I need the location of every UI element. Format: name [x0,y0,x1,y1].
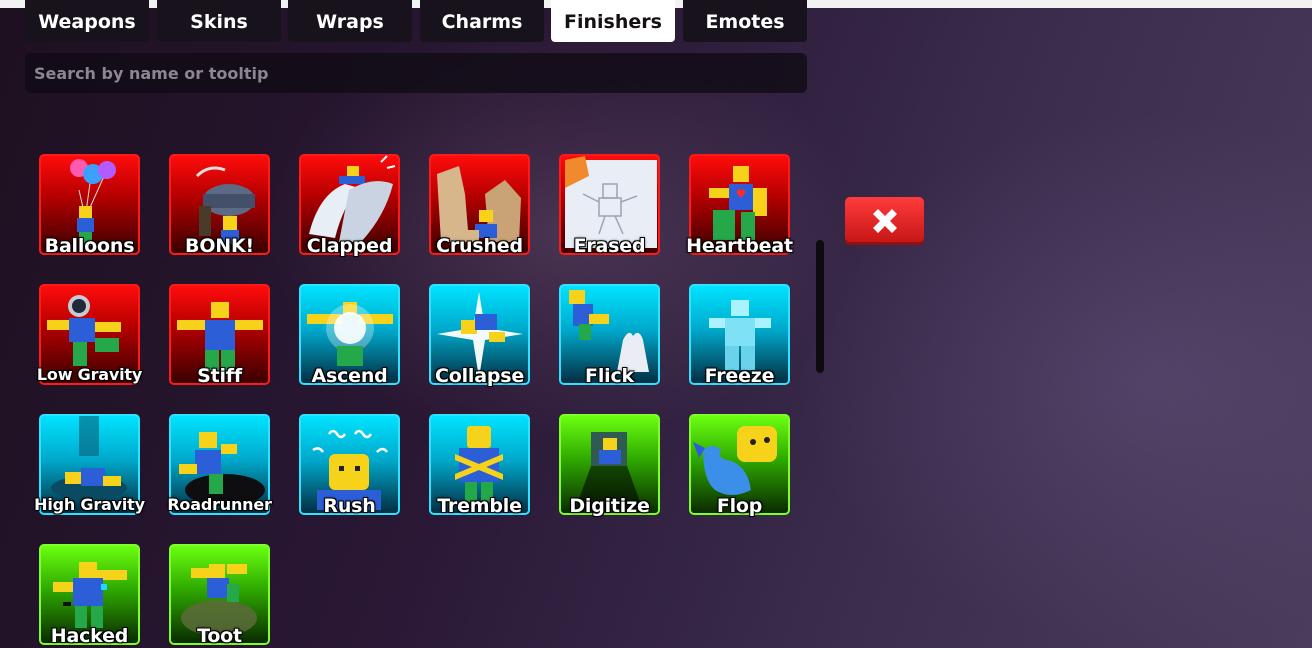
item-erased[interactable]: Erased [559,154,660,257]
item-label: High Gravity [34,495,145,514]
item-label: Clapped [306,235,393,257]
item-label: Hacked [50,625,129,647]
item-label: Collapse [434,365,525,387]
item-label: Rush [323,495,376,517]
item-label: Flop [716,495,763,517]
item-high-gravity[interactable]: High Gravity [34,414,145,515]
item-label: Tremble [437,495,522,517]
item-roadrunner[interactable]: Roadrunner [167,414,272,515]
item-crushed[interactable]: Crushed [429,154,530,257]
item-label: Roadrunner [167,495,272,514]
item-freeze[interactable]: Freeze [689,284,790,387]
item-label: Digitize [569,495,650,517]
item-label: Crushed [436,235,523,257]
item-rush[interactable]: Rush [299,414,400,517]
tab-emotes[interactable]: Emotes [683,0,807,42]
item-flick[interactable]: Flick [559,284,660,387]
close-button[interactable] [845,197,924,245]
item-digitize[interactable]: Digitize [559,414,660,517]
item-ascend[interactable]: Ascend [299,284,400,387]
item-label: Balloons [44,235,135,257]
item-label: Flick [585,365,634,387]
item-label: Toot [197,625,242,647]
tab-weapons[interactable]: Weapons [25,0,149,42]
item-hacked[interactable]: Hacked [39,544,140,647]
item-label: BONK! [185,235,254,257]
item-label: Ascend [311,365,388,387]
search-input[interactable]: Search by name or tooltip [25,53,807,93]
item-bonk[interactable]: BONK! [169,154,270,257]
item-label: Erased [573,235,646,257]
tab-skins[interactable]: Skins [157,0,281,42]
item-heartbeat[interactable]: Heartbeat [686,154,793,257]
item-label: Stiff [197,365,242,387]
item-label: Low Gravity [36,365,143,384]
item-collapse[interactable]: Collapse [429,284,530,387]
tab-wraps[interactable]: Wraps [288,0,412,42]
close-x-icon [872,209,897,233]
tab-charms[interactable]: Charms [420,0,544,42]
item-balloons[interactable]: Balloons [39,154,140,257]
item-tremble[interactable]: Tremble [429,414,530,517]
tab-finishers[interactable]: Finishers [551,0,675,42]
item-toot[interactable]: Toot [169,544,270,647]
item-clapped[interactable]: Clapped [299,154,400,257]
item-label: Heartbeat [686,235,793,257]
scrollbar[interactable] [816,240,824,373]
search-placeholder: Search by name or tooltip [34,63,269,83]
item-low-gravity[interactable]: Low Gravity [37,284,142,385]
item-label: Freeze [704,365,775,387]
item-stiff[interactable]: Stiff [169,284,270,387]
item-flop[interactable]: Flop [689,414,790,517]
